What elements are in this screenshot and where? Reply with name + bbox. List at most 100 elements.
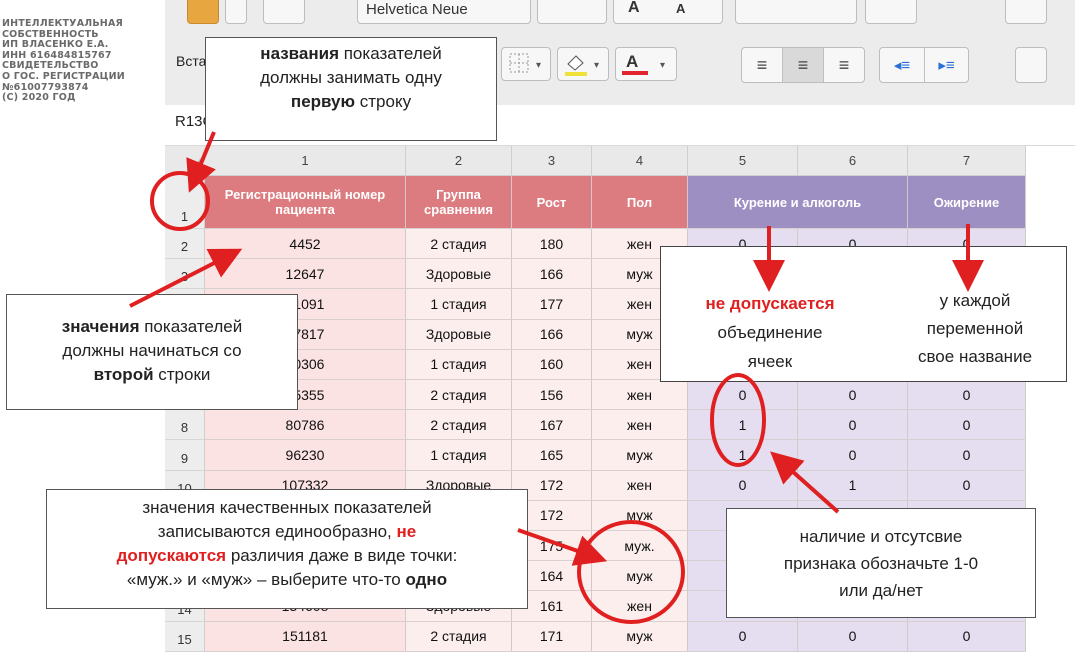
font-name-value: Helvetica Neue [366, 1, 468, 18]
cell-height[interactable]: 166 [512, 259, 592, 290]
cell-height[interactable]: 156 [512, 380, 592, 411]
cell-reg[interactable]: 12647 [205, 259, 406, 290]
callout-text: признака обозначьте 1-0 [783, 554, 979, 573]
row-header[interactable]: 3 [165, 259, 205, 290]
decrease-indent-button[interactable]: ◂≡ [880, 48, 925, 82]
cell-reg[interactable]: 80786 [205, 410, 406, 441]
cell-height[interactable]: 166 [512, 319, 592, 350]
cell-sex[interactable]: муж [592, 621, 688, 652]
row-header[interactable]: 1 [165, 176, 205, 229]
column-header[interactable]: 2 [406, 146, 512, 176]
row-header[interactable]: 15 [165, 621, 205, 652]
column-header[interactable]: 1 [205, 146, 406, 176]
align-top-group[interactable] [735, 0, 857, 24]
cell-c7[interactable]: 0 [908, 440, 1026, 471]
cell-c5[interactable]: 0 [688, 380, 798, 411]
svg-text:▾: ▾ [536, 60, 541, 71]
select-all-corner[interactable] [165, 146, 206, 177]
cell-c6[interactable]: 0 [798, 440, 908, 471]
borders-icon: ▾ [509, 53, 541, 73]
cell-c5[interactable]: 1 [688, 410, 798, 441]
cell-sex[interactable]: муж. [592, 531, 688, 562]
cell-sex[interactable]: жен [592, 410, 688, 441]
header-cell-sex[interactable]: Пол [592, 176, 688, 229]
paste-icon[interactable] [187, 0, 219, 24]
cell-group[interactable]: Здоровые [406, 259, 512, 290]
cell-height[interactable]: 160 [512, 349, 592, 380]
callout-text: у каждой [939, 291, 1011, 310]
callout-values-second-row: значения показателей должны начинаться с… [6, 294, 298, 410]
cell-sex[interactable]: жен [592, 380, 688, 411]
font-color-icon: A ▾ [622, 52, 665, 75]
row-header[interactable]: 9 [165, 440, 205, 471]
cell-c5[interactable]: 1 [688, 440, 798, 471]
header-cell-smoking[interactable]: Курение и алкоголь [688, 176, 908, 229]
cell-height[interactable]: 171 [512, 621, 592, 652]
align-group: ≡ ≡ ≡ [741, 47, 865, 83]
callout-text: свое название [917, 347, 1033, 366]
svg-text:▾: ▾ [594, 60, 599, 71]
cell-group[interactable]: 1 стадия [406, 440, 512, 471]
cell-c5[interactable]: 0 [688, 621, 798, 652]
cell-c6[interactable]: 0 [798, 621, 908, 652]
column-header[interactable]: 5 [688, 146, 798, 176]
column-header[interactable]: 4 [592, 146, 688, 176]
row-header[interactable]: 8 [165, 410, 205, 441]
cell-c7[interactable]: 0 [908, 621, 1026, 652]
column-header[interactable]: 3 [512, 146, 592, 176]
wrap-icon[interactable] [1005, 0, 1047, 24]
font-color-button[interactable]: A ▾ [615, 47, 677, 81]
cell-c7[interactable]: 0 [908, 380, 1026, 411]
borders-button[interactable]: ▾ [501, 47, 551, 81]
cell-c6[interactable]: 1 [798, 470, 908, 501]
cell-reg[interactable]: 4452 [205, 229, 406, 260]
callout-bold: одно [405, 570, 448, 589]
font-grow-icon: A [628, 0, 640, 16]
indent-group: ◂≡ ▸≡ [879, 47, 969, 83]
cell-sex[interactable]: муж [592, 561, 688, 592]
cell-group[interactable]: 2 стадия [406, 621, 512, 652]
cell-group[interactable]: Здоровые [406, 319, 512, 350]
cell-reg[interactable]: 96230 [205, 440, 406, 471]
font-grow-shrink[interactable]: A A [613, 0, 723, 24]
cell-reg[interactable]: 151181 [205, 621, 406, 652]
cell-height[interactable]: 177 [512, 289, 592, 320]
align-left-button[interactable]: ≡ [742, 48, 783, 82]
cell-c7[interactable]: 0 [908, 410, 1026, 441]
cell-c6[interactable]: 0 [798, 380, 908, 411]
row-header[interactable]: 2 [165, 229, 205, 260]
header-cell-group[interactable]: Группа сравнения [406, 176, 512, 229]
merge-button[interactable] [1015, 47, 1047, 83]
fill-color-button[interactable]: ▾ [557, 47, 609, 81]
cell-sex[interactable]: жен [592, 470, 688, 501]
chevron-down-icon[interactable] [225, 0, 247, 24]
cell-sex[interactable]: муж [592, 440, 688, 471]
header-cell-reg[interactable]: Регистрационный номер пациента [205, 176, 406, 229]
cell-group[interactable]: 2 стадия [406, 410, 512, 441]
cell-height[interactable]: 165 [512, 440, 592, 471]
cell-sex[interactable]: муж [592, 500, 688, 531]
cell-group[interactable]: 1 стадия [406, 289, 512, 320]
cell-c6[interactable]: 0 [798, 410, 908, 441]
align-right-button[interactable]: ≡ [824, 48, 864, 82]
cell-group[interactable]: 2 стадия [406, 229, 512, 260]
cell-group[interactable]: 2 стадия [406, 380, 512, 411]
cell-sex[interactable]: жен [592, 591, 688, 622]
align-center-button[interactable]: ≡ [783, 48, 824, 82]
font-size-select[interactable] [537, 0, 607, 24]
clipboard-icon[interactable] [263, 0, 305, 24]
header-cell-obesity[interactable]: Ожирение [908, 176, 1026, 229]
increase-indent-button[interactable]: ▸≡ [925, 48, 968, 82]
cell-c7[interactable]: 0 [908, 470, 1026, 501]
orientation-icon[interactable] [865, 0, 917, 24]
cell-group[interactable]: 1 стадия [406, 349, 512, 380]
callout-bold: значения [61, 317, 140, 336]
cell-height[interactable]: 167 [512, 410, 592, 441]
cell-c5[interactable]: 0 [688, 470, 798, 501]
font-name-select[interactable]: Helvetica Neue [357, 0, 531, 24]
cell-height[interactable]: 180 [512, 229, 592, 260]
header-cell-height[interactable]: Рост [512, 176, 592, 229]
callout-text: переменной [926, 319, 1024, 338]
column-header[interactable]: 7 [908, 146, 1026, 176]
column-header[interactable]: 6 [798, 146, 908, 176]
